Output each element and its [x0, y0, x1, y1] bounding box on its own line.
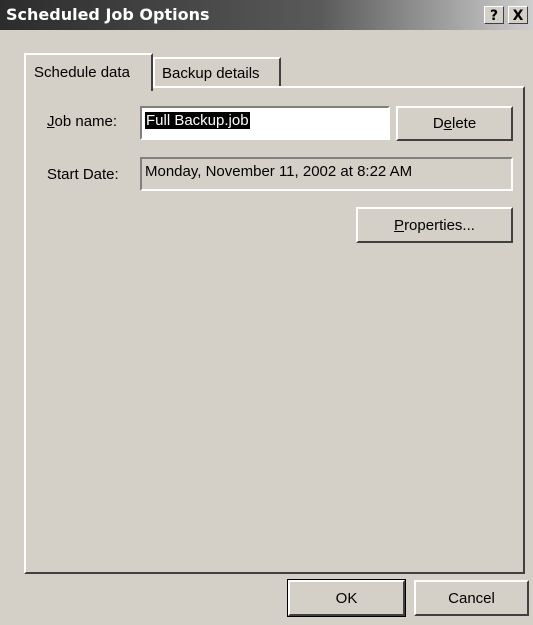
- job-name-value: Full Backup.job: [145, 112, 250, 129]
- properties-button-label: Properties...: [394, 217, 475, 234]
- tab-backup-details[interactable]: Backup details: [153, 57, 281, 87]
- window-title: Scheduled Job Options: [6, 5, 210, 24]
- tab-backup-details-label: Backup details: [162, 65, 260, 82]
- help-button[interactable]: ?: [484, 6, 504, 24]
- title-bar[interactable]: Scheduled Job Options ? X: [0, 0, 533, 30]
- job-name-label: Job name:: [47, 113, 118, 130]
- properties-button[interactable]: Properties...: [356, 207, 513, 243]
- start-date-label: Start Date:: [47, 166, 119, 183]
- cancel-button[interactable]: Cancel: [414, 580, 529, 616]
- job-name-field[interactable]: Full Backup.job: [140, 106, 390, 140]
- delete-button-label: Delete: [432, 115, 477, 132]
- delete-button[interactable]: Delete: [396, 106, 513, 141]
- close-button[interactable]: X: [508, 6, 528, 24]
- cancel-button-label: Cancel: [448, 590, 495, 607]
- start-date-value: Monday, November 11, 2002 at 8:22 AM: [145, 163, 413, 180]
- tab-panel: Job name: Full Backup.job Delete Start D…: [24, 86, 525, 574]
- start-date-field: Monday, November 11, 2002 at 8:22 AM: [140, 157, 513, 191]
- tab-schedule-data-label: Schedule data: [34, 64, 130, 81]
- tab-schedule-data[interactable]: Schedule data: [24, 53, 153, 91]
- ok-button-label: OK: [335, 590, 358, 607]
- ok-button[interactable]: OK: [287, 579, 406, 617]
